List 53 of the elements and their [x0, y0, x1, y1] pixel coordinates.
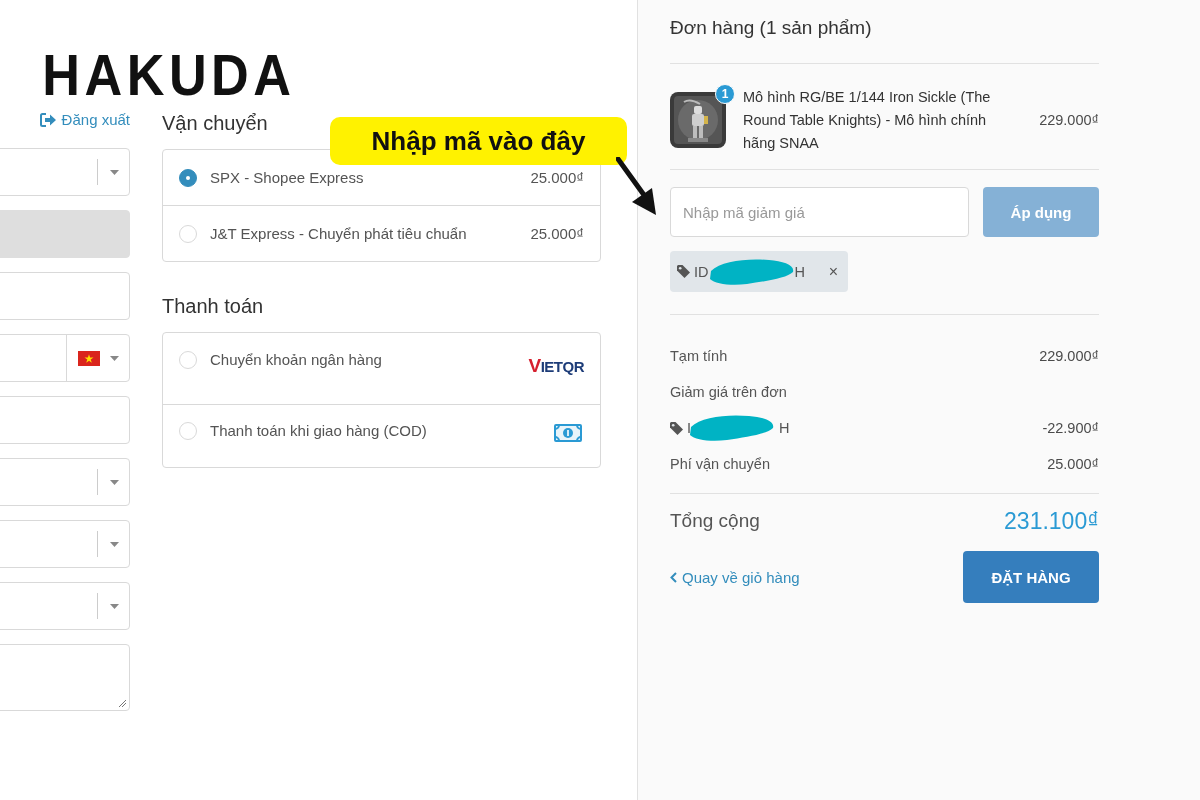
logout-icon — [39, 112, 57, 127]
resize-handle-icon[interactable] — [118, 699, 126, 707]
summary-label: Phí vận chuyển — [670, 456, 770, 472]
product-price: 229.000₫ — [1039, 112, 1099, 128]
place-order-button[interactable]: ĐẶT HÀNG — [963, 551, 1099, 603]
select-field[interactable] — [0, 520, 130, 568]
product-name: Mô hình RG/BE 1/144 Iron Sickle (The Round Table Knights) - Mô hình chính hãng SNAA — [743, 87, 992, 153]
caret-icon — [110, 603, 119, 609]
tag-icon — [670, 421, 683, 435]
payment-option-label[interactable]: Chuyển khoản ngân hàng — [210, 351, 516, 368]
coupon-code-text: H — [779, 420, 790, 436]
caret-icon — [110, 479, 119, 485]
flag-icon — [77, 350, 100, 366]
remove-coupon-button[interactable]: × — [824, 262, 838, 281]
bank-logo: VIETQR — [528, 355, 584, 377]
total-label: Tổng cộng — [670, 510, 760, 532]
input-field[interactable] — [0, 396, 130, 444]
order-heading: Đơn hàng (1 sản phẩm) — [670, 16, 873, 40]
coupon-code-text: I — [687, 420, 692, 436]
total-value: 231.100₫ — [1004, 507, 1099, 535]
caret-icon — [109, 355, 119, 361]
section-heading: Thanh toán — [162, 294, 265, 318]
shipping-option-label[interactable]: J&T Express - Chuyển phát tiêu chuẩn — [210, 225, 518, 242]
annotation-label: Nhập mã vào đây — [330, 117, 627, 165]
discount-value: -22.900₫ — [1042, 420, 1099, 436]
radio-button[interactable] — [179, 168, 197, 187]
coupon-code-text: ID — [694, 263, 709, 280]
select-field[interactable] — [0, 458, 130, 506]
shipping-price: 25.000₫ — [530, 225, 584, 242]
caret-icon — [110, 541, 119, 547]
coupon-code-text: H — [794, 263, 805, 280]
annotation-arrow — [616, 157, 656, 215]
summary-value: 25.000₫ — [1047, 456, 1099, 472]
shipping-price: 25.000₫ — [530, 169, 584, 186]
summary-label: Tạm tính — [670, 348, 728, 364]
back-to-cart-link[interactable]: Quay về giỏ hàng — [670, 568, 800, 586]
quantity-badge: 1 — [715, 84, 735, 104]
input-field[interactable] — [0, 272, 130, 320]
select-field[interactable] — [0, 148, 130, 196]
summary-value: 229.000₫ — [1039, 348, 1099, 364]
logo-text: HAKUDA — [42, 45, 296, 105]
select-field[interactable] — [0, 582, 130, 630]
chevron-left-icon — [670, 571, 677, 583]
phone-field[interactable] — [0, 334, 130, 382]
discount-code-field[interactable]: Nhập mã giảm giá — [670, 187, 969, 237]
summary-label: Giảm giá trên đơn — [670, 384, 787, 400]
payment-option-label[interactable]: Thanh toán khi giao hàng (COD) — [210, 422, 541, 439]
cash-icon — [554, 424, 582, 442]
tag-icon — [677, 265, 690, 278]
logout-link[interactable]: Đăng xuất — [39, 111, 130, 128]
caret-icon — [110, 169, 119, 175]
shipping-option-label[interactable]: SPX - Shopee Express — [210, 169, 518, 186]
section-heading: Vận chuyển — [162, 111, 269, 135]
